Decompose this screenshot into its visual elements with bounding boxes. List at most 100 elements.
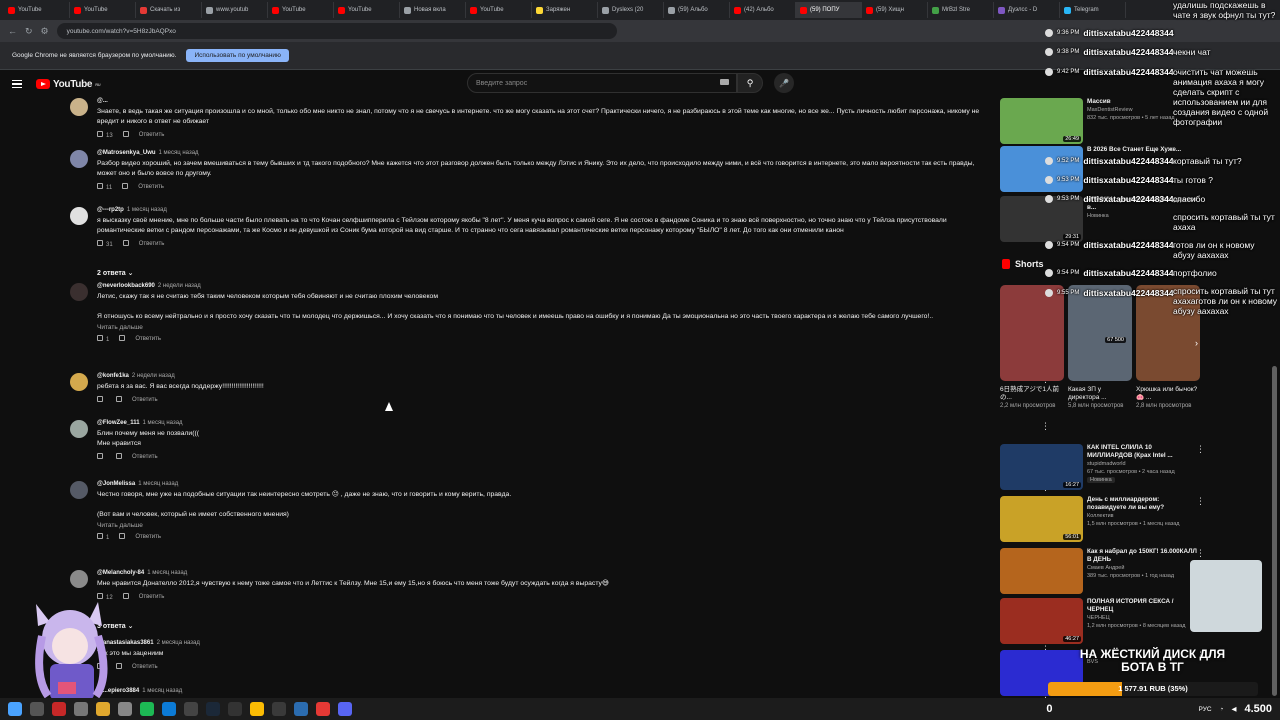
video-card[interactable]: Как я набрал до 150КГ! 16.000КАЛЛ В ДЕНЬ… — [1000, 548, 1205, 596]
avatar[interactable] — [70, 570, 88, 588]
folder-icon[interactable] — [96, 702, 110, 716]
search-button[interactable]: ⚲ — [737, 73, 763, 93]
comment-time[interactable]: 1 месяц назад — [159, 150, 199, 156]
comment-menu-icon[interactable]: ⋮ — [1041, 422, 1050, 431]
reply-button[interactable]: Ответить — [138, 184, 164, 190]
opera-icon[interactable] — [316, 702, 330, 716]
app-icon[interactable] — [52, 702, 66, 716]
comment-time[interactable]: 1 месяц назад — [147, 570, 187, 576]
video-menu-icon[interactable]: ⋮ — [1196, 496, 1205, 507]
like-button[interactable]: 11 — [97, 183, 112, 191]
browser-tab[interactable]: Telegram — [1060, 2, 1126, 18]
dislike-button[interactable] — [122, 183, 129, 191]
comment-author[interactable]: @FlowZee_111 — [97, 420, 140, 426]
avatar[interactable] — [70, 283, 88, 301]
video-title[interactable]: ПОЛНАЯ ИСТОРИЯ СЕКСА / ЧЕРНЕЦ — [1087, 598, 1197, 614]
dislike-button[interactable] — [122, 593, 129, 601]
task-view-icon[interactable] — [74, 702, 88, 716]
browser-tab[interactable]: Дуэлсс - D — [994, 2, 1060, 18]
video-menu-icon[interactable]: ⋮ — [1196, 548, 1205, 559]
read-more-link[interactable]: Читать дальше — [97, 522, 987, 529]
video-thumbnail[interactable]: 46:27 — [1000, 598, 1083, 644]
like-button[interactable] — [97, 453, 106, 461]
dislike-button[interactable] — [122, 131, 129, 139]
dislike-button[interactable] — [116, 396, 122, 404]
wifi-icon[interactable]: ◔ — [1220, 706, 1224, 713]
video-card[interactable]: 16:27 КАК INTEL СЛИЛА 10 МИЛЛИАРДОВ (Крах… — [1000, 444, 1205, 492]
search-input[interactable]: Введите запрос — [467, 73, 737, 93]
dislike-button[interactable] — [119, 335, 126, 343]
dislike-button[interactable] — [122, 240, 129, 248]
avatar[interactable] — [70, 98, 88, 116]
browser-tab[interactable]: YouTube — [334, 2, 400, 18]
reply-button[interactable]: Ответить — [132, 664, 158, 670]
comment-author[interactable]: @Melancholy-84 — [97, 570, 144, 576]
menu-icon[interactable] — [12, 80, 22, 88]
set-default-button[interactable]: Использовать по умолчанию — [186, 49, 289, 62]
browser-tab[interactable]: YouTube — [466, 2, 532, 18]
like-button[interactable]: 1 — [97, 335, 109, 343]
comment-time[interactable]: 1 месяц назад — [138, 481, 178, 487]
chrome-active-icon[interactable] — [272, 702, 286, 716]
site-info-icon[interactable]: ⚙ — [41, 26, 49, 37]
back-icon[interactable]: ← — [8, 26, 17, 36]
volume-icon[interactable]: ◀ — [1231, 705, 1236, 713]
video-thumbnail[interactable] — [1000, 146, 1083, 192]
browser-tab[interactable]: Новая вкла — [400, 2, 466, 18]
video-thumbnail[interactable]: 16:27 — [1000, 444, 1083, 490]
comment-author[interactable]: @JonMelissa — [97, 481, 135, 487]
video-title[interactable]: В 2026 Все Станет Еще Хуже... — [1087, 146, 1197, 154]
video-title[interactable]: КАК INTEL СЛИЛА 10 МИЛЛИАРДОВ (Крах Inte… — [1087, 444, 1197, 460]
comment-time[interactable]: 1 месяц назад — [143, 420, 183, 426]
discord-icon[interactable] — [338, 702, 352, 716]
voice-search-button[interactable]: 🎤 — [774, 73, 794, 93]
video-thumbnail[interactable] — [1000, 548, 1083, 594]
browser-tab[interactable]: YouTube — [70, 2, 136, 18]
avatar[interactable] — [70, 481, 88, 499]
url-field[interactable]: youtube.com/watch?v=5H8zJbAQPxo — [56, 23, 617, 39]
video-title[interactable]: День с миллиардером: позавидуете ли вы е… — [1087, 496, 1197, 512]
like-button[interactable] — [97, 396, 106, 404]
comment-time[interactable]: 1 месяц назад — [127, 207, 167, 213]
browser-tab[interactable]: (59) Хищн — [862, 2, 928, 18]
browser-tab[interactable]: YouTube — [4, 2, 70, 18]
replies-toggle[interactable]: 2 ответа ⌄ — [97, 269, 134, 277]
search-taskbar-icon[interactable] — [30, 702, 44, 716]
short-title[interactable]: Хрюшка или бычок? 🐽 ... — [1136, 386, 1200, 402]
browser-tab[interactable]: (59) Альбо — [664, 2, 730, 18]
reply-button[interactable]: Ответить — [139, 132, 165, 138]
video-title[interactable]: Как я набрал до 150КГ! 16.000КАЛЛ В ДЕНЬ — [1087, 548, 1197, 564]
video-menu-icon[interactable]: ⋮ — [1196, 444, 1205, 455]
video-thumbnail[interactable]: 56:01 — [1000, 496, 1083, 542]
video-thumbnail[interactable]: 26:49 — [1000, 98, 1083, 144]
shorts-next-icon[interactable]: › — [1195, 338, 1198, 348]
comment-author[interactable]: @... — [97, 98, 108, 104]
read-more-link[interactable]: Читать дальше — [97, 324, 987, 331]
browser-tab[interactable]: Скачать из — [136, 2, 202, 18]
reply-button[interactable]: Ответить — [132, 397, 158, 403]
browser-tab[interactable]: www.youtub — [202, 2, 268, 18]
video-card[interactable]: 56:01 День с миллиардером: позавидуете ли… — [1000, 496, 1205, 544]
video-channel[interactable]: stupidmadworld — [1087, 460, 1197, 468]
comment-time[interactable]: 2 недели назад — [132, 373, 175, 379]
comment-time[interactable]: 1 месяц назад — [142, 688, 182, 694]
comment-author[interactable]: @neverlookback690 — [97, 283, 155, 289]
avatar[interactable] — [70, 150, 88, 168]
start-icon[interactable] — [8, 702, 22, 716]
like-button[interactable]: 31 — [97, 240, 113, 248]
browser-tab[interactable]: (42) Альбо — [730, 2, 796, 18]
terminal-icon[interactable] — [184, 702, 198, 716]
reply-button[interactable]: Ответить — [139, 241, 165, 247]
reload-icon[interactable]: ↻ — [25, 26, 33, 37]
avatar[interactable] — [70, 420, 88, 438]
short-thumbnail[interactable]: 67 500 — [1068, 285, 1132, 381]
reply-button[interactable]: Ответить — [132, 454, 158, 460]
spotify-icon[interactable] — [140, 702, 154, 716]
comment-time[interactable]: 2 месяца назад — [157, 640, 200, 646]
browser-tab[interactable]: Dyslexs (20 — [598, 2, 664, 18]
avatar[interactable] — [70, 207, 88, 225]
comment-time[interactable]: 2 недели назад — [158, 283, 201, 289]
comment-author[interactable]: @konfe1ka — [97, 373, 129, 379]
browser-tab[interactable]: (59) ПОПУ — [796, 2, 862, 18]
steam-icon[interactable] — [206, 702, 220, 716]
